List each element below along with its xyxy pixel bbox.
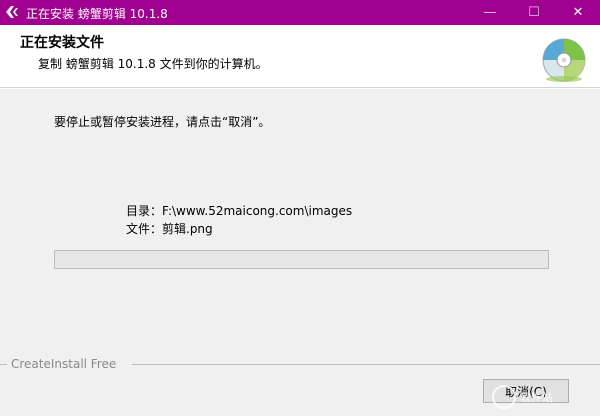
minimize-button[interactable]: —	[468, 0, 512, 25]
page-title: 正在安装文件	[20, 35, 104, 51]
maximize-button[interactable]: ☐	[512, 0, 556, 25]
close-icon: ✕	[572, 5, 584, 20]
close-button[interactable]: ✕	[556, 0, 600, 25]
maximize-icon: ☐	[528, 5, 540, 20]
divider	[0, 364, 7, 365]
app-logo-icon	[6, 6, 18, 18]
watermark-logo-icon	[492, 385, 516, 409]
brand-separator: CreateInstall Free	[0, 357, 600, 371]
divider	[132, 364, 600, 365]
progress-bar	[54, 250, 549, 269]
instruction-text: 要停止或暂停安装进程，请点击“取消”。	[54, 115, 271, 129]
wizard-body: 要停止或暂停安装进程，请点击“取消”。 目录：F:\www.52maicong.…	[0, 89, 600, 416]
title-bar: 正在安装 螃蟹剪辑 10.1.8 — ☐ ✕	[0, 0, 600, 25]
directory-label: 目录：F:\www.52maicong.com\images	[126, 204, 353, 218]
disc-icon	[542, 38, 586, 82]
watermark: 软件站	[492, 383, 596, 413]
file-label: 文件：剪辑.png	[126, 222, 213, 236]
wizard-header: 正在安装文件 复制 螃蟹剪辑 10.1.8 文件到你的计算机。	[0, 25, 600, 88]
minimize-icon: —	[483, 5, 497, 20]
watermark-text: 软件站	[520, 391, 553, 404]
window-title: 正在安装 螃蟹剪辑 10.1.8	[26, 7, 168, 21]
brand-label: CreateInstall Free	[11, 357, 117, 371]
page-subtitle: 复制 螃蟹剪辑 10.1.8 文件到你的计算机。	[38, 57, 268, 71]
